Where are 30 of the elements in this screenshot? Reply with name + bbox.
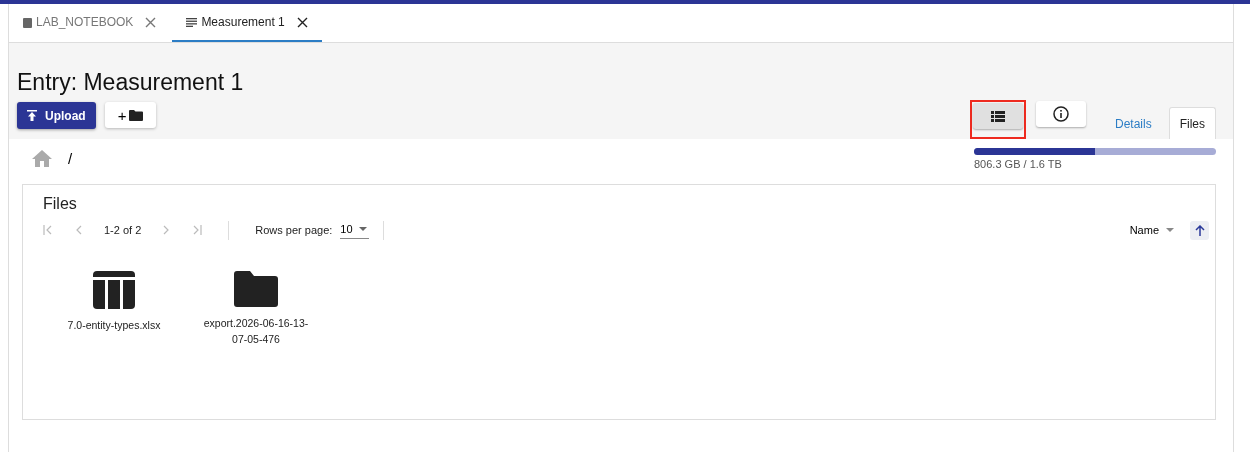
sort-select[interactable]: Name [1123,223,1180,237]
close-icon[interactable] [296,16,308,28]
file-name[interactable]: export.2026-06-16-13-07-05-476 [198,315,314,347]
folder-icon[interactable] [234,271,278,307]
rows-per-page-label: Rows per page: [255,224,333,236]
up-arrow-icon [1194,224,1205,236]
info-button[interactable] [1035,101,1086,127]
caret-icon [1166,228,1174,232]
document-tab[interactable]: LAB_NOTEBOOK [21,4,159,42]
rows-per-page-select[interactable]: 10 [340,221,369,239]
panel-title: Files [43,195,78,213]
info-icon [1052,106,1069,122]
file-name[interactable]: 7.0-entity-types.xlsx [56,317,172,333]
new-folder-button[interactable]: + [104,102,157,128]
list-view-button[interactable] [972,103,1023,129]
table-icon[interactable] [93,271,135,309]
entry-title: Entry: Measurement 1 [17,69,244,96]
notebook-icon [23,16,32,28]
list-icon [990,110,1005,122]
panel-tab[interactable]: Files [1168,107,1216,139]
storage-reading: 806.3 GB / 1.6 TB [974,158,1063,170]
upload-icon [27,110,37,121]
folder-icon [129,109,144,121]
panel-tab[interactable]: Details [1103,107,1163,139]
page-range: 1-2 of 2 [104,224,142,236]
breadcrumb-path: / [68,149,73,167]
caret-icon [358,227,367,231]
text-lines-icon [186,17,198,27]
sort-direction-button[interactable] [1190,220,1209,240]
upload-button[interactable]: Upload [17,102,96,129]
